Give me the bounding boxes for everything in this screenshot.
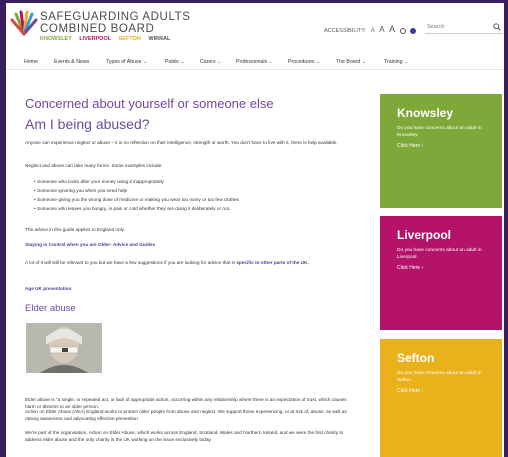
list-item: Someone who leaves you hungry, in pain o… — [34, 205, 354, 214]
list-item: Someone giving you the wrong dose of med… — [34, 196, 354, 205]
aea-organisation-text: We're part of the organisation, Action o… — [25, 430, 344, 442]
search-icon[interactable] — [493, 23, 501, 31]
other-parts-uk-link[interactable]: specific to other parts of the UK. — [236, 260, 308, 265]
nav-item-training[interactable]: Training ⌄ — [384, 59, 408, 65]
england-note: The advice in this guide applies to Engl… — [25, 227, 125, 232]
intro-text: Anyone can experience neglect or abuse –… — [25, 140, 338, 145]
panel-description: Do you have concerns about an adult in L… — [397, 248, 482, 260]
staying-in-control-link[interactable]: Staying in Control when you are Older- A… — [25, 242, 352, 249]
sefton-panel[interactable]: Sefton Do you have concerns about an adu… — [380, 339, 502, 457]
high-contrast-ring-icon[interactable] — [399, 27, 406, 34]
accessibility-controls: ACCESSIBILITY: A A A — [324, 24, 417, 34]
chevron-down-icon: ⌄ — [217, 59, 222, 65]
page: SAFEGUARDING ADULTS COMBINED BOARD KNOWS… — [6, 3, 504, 457]
logo-places: KNOWSLEY LIVERPOOL SEFTON WIRRAL — [40, 36, 176, 42]
elder-abuse-photo — [26, 323, 102, 373]
panel-title: Liverpool — [397, 228, 452, 242]
logo-title-line1: SAFEGUARDING ADULTS — [40, 11, 191, 23]
chevron-down-icon: ⌄ — [142, 59, 148, 65]
click-here-link[interactable]: Click Here › — [397, 388, 423, 394]
click-here-link[interactable]: Click Here › — [397, 265, 423, 271]
click-here-link[interactable]: Click Here › — [397, 143, 423, 149]
nav-item-professionals[interactable]: Professionals ⌄ — [236, 59, 273, 65]
text-size-medium-button[interactable]: A — [379, 25, 384, 34]
forms-intro-text: Neglect and abuse can take many forms. S… — [25, 163, 163, 168]
text-size-small-button[interactable]: A — [371, 28, 375, 34]
nav-item-procedures[interactable]: Procedures ⌄ — [288, 59, 320, 65]
search-placeholder: Search — [427, 24, 445, 30]
panel-title: Knowsley — [397, 106, 454, 120]
main-nav: Home Events & News Types of Abuse ⌄ Publ… — [6, 56, 504, 70]
panel-description: Do you have concerns about an adult in K… — [397, 126, 482, 138]
panel-description: Do you have concerns about an adult in S… — [397, 371, 482, 383]
list-item: Someone who looks after your money using… — [34, 178, 354, 187]
place-liverpool: LIVERPOOL — [79, 36, 112, 42]
high-contrast-dot-icon[interactable] — [410, 27, 417, 34]
search-input[interactable]: Search — [425, 21, 503, 34]
text-size-large-button[interactable]: A — [389, 24, 395, 34]
logo-icon — [10, 10, 38, 36]
place-knowsley: KNOWSLEY — [40, 36, 72, 42]
section-heading-abused: Am I being abused? — [25, 116, 150, 132]
chevron-down-icon: ⌄ — [268, 59, 273, 65]
nav-item-types-of-abuse[interactable]: Types of Abuse ⌄ — [106, 59, 147, 65]
accessibility-label: ACCESSIBILITY: — [324, 28, 367, 34]
nav-item-public[interactable]: Public ⌄ — [165, 59, 185, 65]
place-sefton: SEFTON — [118, 36, 141, 42]
list-item: Someone ignoring you when you need help — [34, 187, 354, 196]
place-wirral: WIRRAL — [148, 36, 171, 42]
knowsley-panel[interactable]: Knowsley Do you have concerns about an a… — [380, 94, 502, 208]
page-title: Concerned about yourself or someone else — [25, 96, 274, 111]
elder-portrait-image — [26, 323, 102, 373]
liverpool-panel[interactable]: Liverpool Do you have concerns about an … — [380, 216, 502, 330]
chevron-down-icon: ⌄ — [180, 59, 185, 65]
nav-item-carers[interactable]: Carers ⌄ — [200, 59, 221, 65]
logo-title-line2: COMBINED BOARD — [40, 23, 155, 35]
site-header: SAFEGUARDING ADULTS COMBINED BOARD KNOWS… — [6, 3, 504, 49]
aea-description: Action on Elder Abuse (AEA) England work… — [25, 409, 347, 421]
abuse-examples-list: Someone who looks after your money using… — [34, 178, 354, 214]
chevron-down-icon: ⌄ — [315, 59, 321, 65]
suggestions-text: A lot of it will still be relevant to yo… — [25, 260, 309, 265]
nav-item-the-board[interactable]: The Board ⌄ — [336, 59, 366, 65]
nav-item-home[interactable]: Home — [24, 59, 38, 65]
panel-title: Sefton — [397, 351, 435, 365]
elder-abuse-heading: Elder abuse — [25, 303, 76, 314]
chevron-down-icon: ⌄ — [361, 59, 366, 65]
nav-item-events-news[interactable]: Events & News — [54, 59, 89, 65]
chevron-down-icon: ⌄ — [404, 59, 409, 65]
age-uk-presentation-link[interactable]: Age UK presentation — [25, 286, 352, 293]
